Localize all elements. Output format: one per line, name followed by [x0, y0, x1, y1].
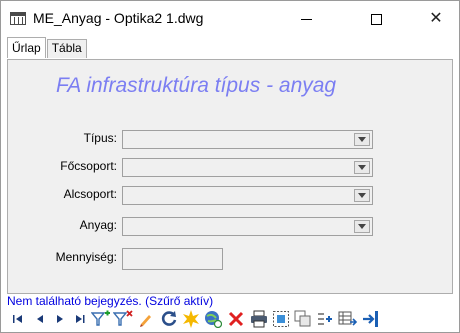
quantity-input[interactable]: [122, 248, 223, 270]
pencil-icon: [140, 315, 151, 327]
material-combobox[interactable]: [122, 217, 373, 236]
select-button[interactable]: [271, 308, 291, 330]
type-dropdown-button[interactable]: [354, 133, 370, 146]
main-group-dropdown-button[interactable]: [354, 161, 370, 174]
material-label: Anyag:: [79, 218, 117, 232]
split-button[interactable]: [315, 308, 335, 330]
type-combobox[interactable]: [122, 130, 373, 149]
table-app-icon: [10, 12, 26, 25]
previous-record-icon: [37, 315, 43, 323]
type-label: Típus:: [83, 131, 117, 145]
subgroup-dropdown-button[interactable]: [354, 189, 370, 202]
minimize-button[interactable]: [283, 1, 329, 37]
minimize-icon: [300, 18, 312, 20]
close-button[interactable]: ✕: [413, 1, 459, 37]
table-export-button[interactable]: [337, 308, 359, 330]
delete-icon: [228, 311, 244, 327]
next-record-button[interactable]: [53, 308, 67, 330]
tab-bar: Űrlap Tábla: [7, 37, 88, 59]
add-filter-icon: [91, 310, 110, 326]
last-record-icon: [76, 315, 85, 323]
delete-button[interactable]: [227, 308, 245, 330]
form-title: FA infrastruktúra típus - anyag: [56, 74, 337, 97]
chevron-down-icon: [358, 224, 366, 229]
print-icon: [251, 310, 267, 328]
print-button[interactable]: [249, 308, 269, 330]
close-icon: ✕: [429, 10, 443, 27]
first-record-icon: [13, 315, 22, 323]
remove-filter-button[interactable]: [113, 308, 133, 330]
maximize-icon: [370, 13, 382, 25]
main-group-label: Főcsoport:: [60, 159, 117, 173]
window-title: ME_Anyag - Optika2 1.dwg: [33, 10, 204, 26]
first-record-button[interactable]: [11, 308, 25, 330]
subgroup-label: Alcsoport:: [63, 187, 117, 201]
selection-icon: [273, 311, 289, 327]
chevron-down-icon: [358, 193, 366, 198]
next-record-icon: [57, 315, 63, 323]
app-window: ME_Anyag - Optika2 1.dwg ✕ Űrlap Tábla F…: [0, 0, 460, 333]
last-record-button[interactable]: [73, 308, 87, 330]
refresh-icon: [161, 311, 177, 326]
edit-button[interactable]: [137, 308, 155, 330]
main-group-combobox[interactable]: [122, 158, 373, 177]
new-record-button[interactable]: [181, 308, 201, 330]
copy-icon: [294, 310, 311, 327]
chevron-down-icon: [358, 137, 366, 142]
split-icon: [318, 313, 332, 325]
refresh-button[interactable]: [159, 308, 179, 330]
record-navigation-bar: [9, 308, 459, 330]
globe-link-icon: [205, 311, 222, 328]
globe-link-button[interactable]: [203, 308, 223, 330]
new-star-icon: [183, 310, 199, 328]
subgroup-combobox[interactable]: [122, 186, 373, 205]
remove-filter-icon: [113, 310, 133, 326]
tab-form[interactable]: Űrlap: [7, 37, 46, 58]
maximize-button[interactable]: [353, 1, 399, 37]
tab-table[interactable]: Tábla: [46, 39, 87, 58]
add-filter-button[interactable]: [91, 308, 111, 330]
table-export-icon: [338, 311, 358, 326]
exit-icon: [363, 311, 378, 327]
copy-button[interactable]: [293, 308, 313, 330]
previous-record-button[interactable]: [33, 308, 47, 330]
status-message: Nem található bejegyzés. (Szűrő aktív): [7, 294, 214, 308]
exit-button[interactable]: [361, 308, 381, 330]
chevron-down-icon: [358, 165, 366, 170]
title-bar[interactable]: ME_Anyag - Optika2 1.dwg ✕: [1, 1, 459, 37]
quantity-label: Mennyiség:: [55, 250, 117, 264]
material-dropdown-button[interactable]: [354, 220, 370, 233]
